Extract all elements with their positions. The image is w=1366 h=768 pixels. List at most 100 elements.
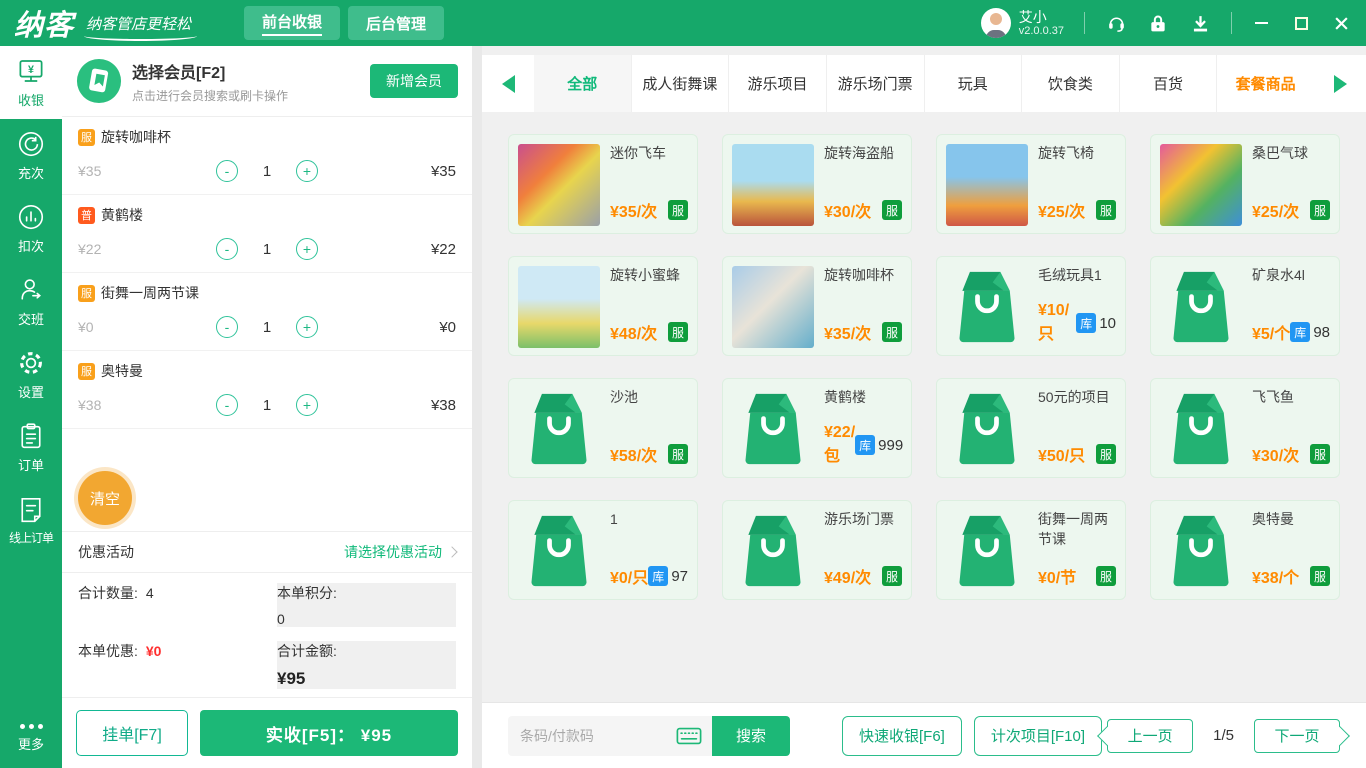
qty-plus-button[interactable]: +: [296, 316, 318, 338]
item-total: ¥35: [364, 163, 456, 180]
category-tab-all[interactable]: 全部: [534, 55, 631, 112]
product-card[interactable]: 街舞一周两节课 ¥0/节 服: [936, 500, 1126, 600]
count-item-button[interactable]: 计次项目[F10]: [974, 716, 1102, 756]
stock-badge: 库: [855, 435, 875, 455]
product-card[interactable]: 飞飞鱼 ¥30/次 服: [1150, 378, 1340, 478]
shift-icon: [16, 275, 46, 305]
sidebar-item-settings[interactable]: 设置: [0, 338, 62, 411]
checkout-button[interactable]: 实收[F5]： ¥95: [200, 710, 458, 756]
category-next-button[interactable]: [1314, 55, 1366, 112]
qty-minus-button[interactable]: -: [216, 394, 238, 416]
category-tab[interactable]: 玩具: [924, 55, 1022, 112]
stock-count: 999: [878, 437, 903, 454]
promo-label: 优惠活动: [78, 542, 134, 562]
category-tab[interactable]: 游乐场门票: [826, 55, 924, 112]
sidebar-item-recharge[interactable]: 充次: [0, 119, 62, 192]
cart-item[interactable]: 服 奥特曼 ¥38 - 1 + ¥38: [62, 351, 472, 429]
tab-front-cashier[interactable]: 前台收银: [244, 6, 340, 40]
brand-logo: 纳客: [14, 2, 74, 44]
stock-count: 97: [671, 568, 688, 585]
qty-plus-button[interactable]: +: [296, 160, 318, 182]
product-card[interactable]: 50元的项目 ¥50/只 服: [936, 378, 1126, 478]
bag-icon: [946, 388, 1028, 470]
category-tab[interactable]: 成人街舞课: [631, 55, 729, 112]
cart-item[interactable]: 普 黄鹤楼 ¥22 - 1 + ¥22: [62, 195, 472, 273]
product-image: [732, 266, 814, 348]
sidebar-item-online-orders[interactable]: 线上订单: [0, 484, 62, 557]
more-icon: [20, 724, 43, 729]
support-icon[interactable]: [1105, 12, 1127, 34]
product-card[interactable]: 1 ¥0/只 库 97: [508, 500, 698, 600]
qty-minus-button[interactable]: -: [216, 160, 238, 182]
qty-plus-button[interactable]: +: [296, 394, 318, 416]
close-button[interactable]: [1332, 14, 1350, 32]
product-card[interactable]: 旋转飞椅 ¥25/次 服: [936, 134, 1126, 234]
qty-plus-button[interactable]: +: [296, 238, 318, 260]
category-tab[interactable]: 游乐项目: [728, 55, 826, 112]
category-tab-combo[interactable]: 套餐商品: [1216, 55, 1314, 112]
item-total: ¥0: [364, 319, 456, 336]
prev-page-button[interactable]: 上一页: [1107, 719, 1193, 753]
add-member-button[interactable]: 新增会员: [370, 64, 458, 98]
product-card[interactable]: 黄鹤楼 ¥22/包 库 999: [722, 378, 912, 478]
next-page-button[interactable]: 下一页: [1254, 719, 1340, 753]
divider: [1231, 12, 1232, 34]
product-card[interactable]: 奥特曼 ¥38/个 服: [1150, 500, 1340, 600]
service-badge: 服: [1096, 444, 1116, 464]
tab-backend-manage[interactable]: 后台管理: [348, 6, 444, 40]
recharge-icon: [16, 129, 46, 159]
user-name: 艾小: [1019, 10, 1064, 25]
sidebar-item-orders[interactable]: 订单: [0, 411, 62, 484]
product-grid: 迷你飞车 ¥35/次 服 旋转海盗船 ¥30/次 服 旋转飞椅 ¥25/次 服: [482, 112, 1366, 702]
product-card[interactable]: 旋转咖啡杯 ¥35/次 服: [722, 256, 912, 356]
item-name: 街舞一周两节课: [101, 283, 199, 303]
item-qty: 1: [260, 319, 274, 336]
select-promo-link[interactable]: 请选择优惠活动: [344, 542, 456, 562]
product-card[interactable]: 矿泉水4l ¥5/个 库 98: [1150, 256, 1340, 356]
quick-cashier-button[interactable]: 快速收银[F6]: [842, 716, 962, 756]
service-badge: 服: [1310, 444, 1330, 464]
lock-icon[interactable]: [1147, 12, 1169, 34]
cart-item[interactable]: 服 街舞一周两节课 ¥0 - 1 + ¥0: [62, 273, 472, 351]
download-icon[interactable]: [1189, 12, 1211, 34]
avatar: [981, 8, 1011, 38]
total-amount-value: ¥95: [277, 669, 305, 689]
product-card[interactable]: 旋转小蜜蜂 ¥48/次 服: [508, 256, 698, 356]
service-badge: 服: [1096, 200, 1116, 220]
minimize-button[interactable]: [1252, 14, 1270, 32]
product-card[interactable]: 毛绒玩具1 ¥10/只 库 10: [936, 256, 1126, 356]
sidebar-item-more[interactable]: 更多: [0, 708, 62, 768]
svg-text:¥: ¥: [28, 64, 34, 76]
sidebar-item-shift[interactable]: 交班: [0, 265, 62, 338]
online-orders-icon: [16, 495, 46, 525]
user-account[interactable]: 艾小 v2.0.0.37: [981, 8, 1064, 38]
bag-icon: [946, 510, 1028, 592]
category-tab[interactable]: 百货: [1119, 55, 1217, 112]
qty-minus-button[interactable]: -: [216, 238, 238, 260]
item-unit-price: ¥22: [78, 241, 170, 257]
item-name: 黄鹤楼: [101, 205, 143, 225]
sidebar-item-cashier[interactable]: ¥ 收银: [0, 46, 62, 119]
item-type-badge: 普: [78, 207, 95, 224]
category-tab[interactable]: 饮食类: [1021, 55, 1119, 112]
category-prev-button[interactable]: [482, 55, 534, 112]
item-name: 奥特曼: [101, 361, 143, 381]
qty-minus-button[interactable]: -: [216, 316, 238, 338]
product-card[interactable]: 游乐场门票 ¥49/次 服: [722, 500, 912, 600]
discount-label: 本单优惠:: [78, 641, 138, 661]
item-type-badge: 服: [78, 285, 95, 302]
hold-order-button[interactable]: 挂单[F7]: [76, 710, 188, 756]
product-card[interactable]: 沙池 ¥58/次 服: [508, 378, 698, 478]
product-card[interactable]: 迷你飞车 ¥35/次 服: [508, 134, 698, 234]
maximize-button[interactable]: [1292, 14, 1310, 32]
search-button[interactable]: 搜索: [712, 716, 790, 756]
member-select-title: 选择会员[F2]: [132, 59, 288, 83]
cart-item[interactable]: 服 旋转咖啡杯 ¥35 - 1 + ¥35: [62, 117, 472, 195]
barcode-search-input[interactable]: [520, 728, 676, 744]
product-card[interactable]: 旋转海盗船 ¥30/次 服: [722, 134, 912, 234]
member-select[interactable]: 选择会员[F2] 点击进行会员搜索或刷卡操作 新增会员: [62, 46, 472, 117]
keyboard-icon[interactable]: [676, 726, 702, 746]
clear-cart-button[interactable]: 清空: [78, 471, 132, 525]
product-card[interactable]: 桑巴气球 ¥25/次 服: [1150, 134, 1340, 234]
sidebar-item-deduct[interactable]: 扣次: [0, 192, 62, 265]
